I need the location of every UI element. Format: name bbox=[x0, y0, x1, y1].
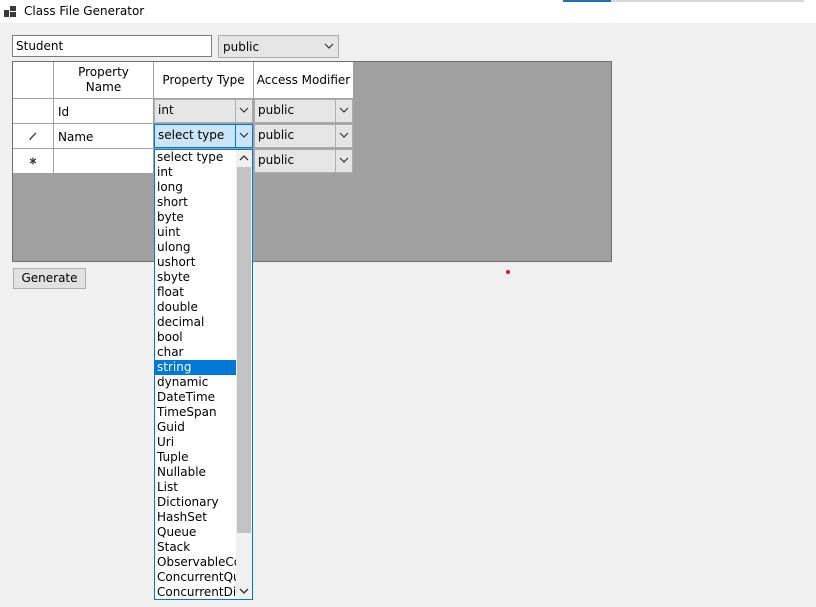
dropdown-option[interactable]: List bbox=[155, 480, 236, 495]
access-modifier-combo[interactable]: public bbox=[254, 99, 353, 123]
dropdown-option[interactable]: select type bbox=[155, 150, 236, 165]
combo-value: public bbox=[258, 153, 295, 167]
cell-text: Id bbox=[58, 105, 70, 119]
dropdown-option[interactable]: TimeSpan bbox=[155, 405, 236, 420]
dropdown-option[interactable]: Nullable bbox=[155, 465, 236, 480]
chevron-down-icon bbox=[239, 107, 249, 113]
red-dot bbox=[506, 270, 510, 274]
dropdown-option[interactable]: ObservableCol bbox=[155, 555, 236, 570]
cell-property-name[interactable]: Name bbox=[54, 124, 154, 149]
dropdown-option[interactable]: Stack bbox=[155, 540, 236, 555]
cell-property-type[interactable]: select type bbox=[154, 124, 254, 149]
column-header-property-type[interactable]: Property Type bbox=[154, 62, 254, 99]
cell-property-name[interactable]: Id bbox=[54, 99, 154, 124]
dropdown-option[interactable]: char bbox=[155, 345, 236, 360]
dropdown-option[interactable]: ushort bbox=[155, 255, 236, 270]
cell-access-modifier[interactable]: public bbox=[254, 149, 354, 174]
cell-property-name[interactable] bbox=[54, 149, 154, 174]
dropdown-option[interactable]: bool bbox=[155, 330, 236, 345]
chevron-down-icon bbox=[239, 132, 249, 138]
cell-access-modifier[interactable]: public bbox=[254, 124, 354, 149]
chevron-down-icon bbox=[339, 157, 349, 163]
cell-property-type[interactable]: int bbox=[154, 99, 254, 124]
scroll-down-icon bbox=[239, 588, 249, 594]
property-type-combo[interactable]: int bbox=[154, 99, 253, 123]
dropdown-option[interactable]: int bbox=[155, 165, 236, 180]
column-header-property-name[interactable]: Property Name bbox=[54, 62, 154, 99]
properties-grid[interactable]: Property Name Property Type Access Modif… bbox=[12, 61, 612, 262]
grid-corner-header bbox=[13, 62, 54, 99]
dropdown-option[interactable]: Tuple bbox=[155, 450, 236, 465]
chevron-down-icon bbox=[324, 43, 334, 49]
dropdown-option[interactable]: ConcurrentQu bbox=[155, 570, 236, 585]
access-modifier-combo[interactable]: public bbox=[254, 124, 353, 148]
class-access-value: public bbox=[223, 40, 260, 54]
dropdown-scrollbar[interactable] bbox=[236, 150, 252, 599]
cell-access-modifier[interactable]: public bbox=[254, 99, 354, 124]
titlebar-accent bbox=[563, 0, 611, 2]
app-icon bbox=[4, 6, 16, 17]
cell-text: Name bbox=[58, 130, 94, 144]
combo-value: select type bbox=[158, 128, 225, 142]
property-type-dropdown-list[interactable]: select type int long short byte uint ulong usho… bbox=[154, 149, 253, 600]
dropdown-option[interactable]: Guid bbox=[155, 420, 236, 435]
property-type-combo[interactable]: select type bbox=[154, 124, 253, 148]
chevron-down-icon bbox=[339, 107, 349, 113]
class-name-input[interactable]: Student bbox=[12, 35, 212, 57]
combo-value: public bbox=[258, 103, 295, 117]
dropdown-option[interactable]: decimal bbox=[155, 315, 236, 330]
dropdown-option[interactable]: ulong bbox=[155, 240, 236, 255]
combo-dropdown-button[interactable] bbox=[335, 100, 352, 122]
row-header[interactable] bbox=[13, 99, 54, 124]
generate-button[interactable]: Generate bbox=[13, 268, 86, 289]
dropdown-option[interactable]: float bbox=[155, 285, 236, 300]
dropdown-option[interactable]: short bbox=[155, 195, 236, 210]
dropdown-option[interactable]: DateTime bbox=[155, 390, 236, 405]
access-modifier-combo[interactable]: public bbox=[254, 149, 353, 173]
column-header-label: Access Modifier bbox=[256, 72, 351, 87]
column-header-access-modifier[interactable]: Access Modifier bbox=[254, 62, 354, 99]
combo-dropdown-button[interactable] bbox=[335, 125, 352, 147]
dropdown-option[interactable]: Dictionary bbox=[155, 495, 236, 510]
scroll-up-button[interactable] bbox=[236, 150, 252, 166]
dropdown-option[interactable]: HashSet bbox=[155, 510, 236, 525]
combo-value: int bbox=[158, 103, 174, 117]
row-header[interactable] bbox=[13, 124, 54, 149]
dropdown-option[interactable]: string bbox=[155, 360, 236, 375]
dropdown-option[interactable]: byte bbox=[155, 210, 236, 225]
combo-value: public bbox=[258, 128, 295, 142]
column-header-label: Property Type bbox=[162, 72, 245, 87]
combo-dropdown-button[interactable] bbox=[235, 125, 252, 147]
combo-dropdown-button[interactable] bbox=[335, 150, 352, 172]
titlebar-strip bbox=[611, 0, 804, 2]
row-header[interactable] bbox=[13, 149, 54, 174]
window-title: Class File Generator bbox=[24, 4, 145, 18]
combo-dropdown-button[interactable] bbox=[235, 100, 252, 122]
dropdown-option[interactable]: long bbox=[155, 180, 236, 195]
dropdown-option[interactable]: Queue bbox=[155, 525, 236, 540]
dropdown-option[interactable]: uint bbox=[155, 225, 236, 240]
dropdown-option[interactable]: double bbox=[155, 300, 236, 315]
dropdown-items: select type int long short byte uint ulong usho… bbox=[155, 150, 236, 599]
column-header-label: Property Name bbox=[78, 65, 129, 94]
dropdown-option[interactable]: ConcurrentDic bbox=[155, 585, 236, 599]
chevron-down-icon bbox=[339, 132, 349, 138]
scroll-up-icon bbox=[239, 155, 249, 161]
dropdown-option[interactable]: dynamic bbox=[155, 375, 236, 390]
scroll-thumb[interactable] bbox=[237, 167, 251, 533]
dropdown-option[interactable]: Uri bbox=[155, 435, 236, 450]
title-bar: Class File Generator bbox=[0, 0, 816, 23]
asterisk-icon bbox=[29, 157, 37, 165]
pencil-icon bbox=[29, 132, 37, 140]
class-access-combo[interactable]: public bbox=[218, 35, 339, 58]
dropdown-option[interactable]: sbyte bbox=[155, 270, 236, 285]
scroll-down-button[interactable] bbox=[236, 583, 252, 599]
